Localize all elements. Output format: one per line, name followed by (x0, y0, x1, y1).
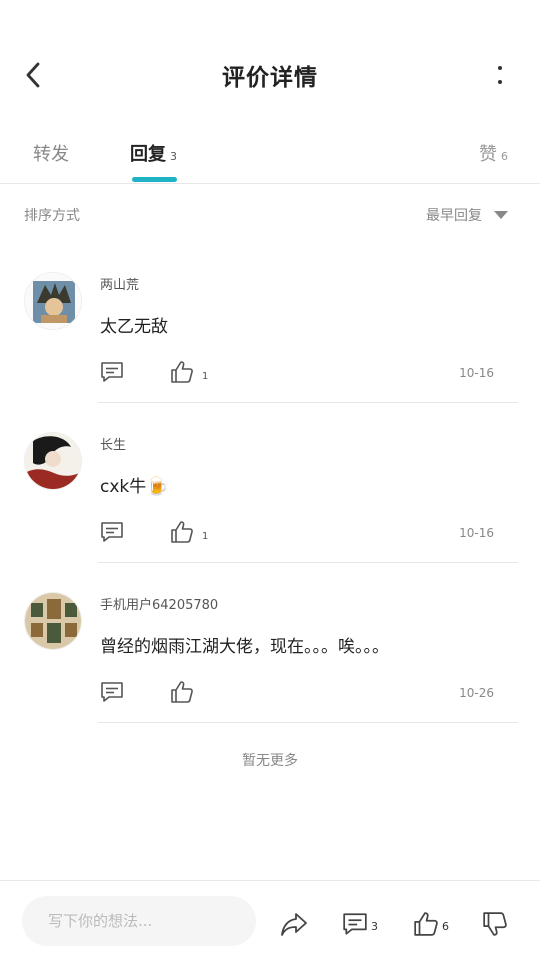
like-button[interactable]: 1 (170, 358, 208, 384)
like-post-button[interactable]: 6 (413, 907, 449, 937)
comments-button[interactable]: 3 (342, 907, 378, 937)
sort-bar: 排序方式 最早回复 (0, 195, 540, 235)
more-options-button[interactable] (490, 62, 510, 88)
like-button[interactable]: 1 (170, 518, 208, 544)
comment-date: 10-16 (459, 526, 494, 540)
top-bar: 评价详情 (0, 0, 540, 120)
divider (98, 562, 518, 563)
tab-reply-label: 回复 (130, 144, 166, 165)
sort-label: 排序方式 (24, 208, 80, 224)
comment-count: 3 (371, 920, 378, 933)
dislike-button[interactable] (482, 907, 508, 937)
comment-bubble-icon (101, 362, 123, 382)
reply-button[interactable] (100, 520, 124, 544)
thumbs-up-icon (171, 681, 193, 703)
comment-item: 两山荒 太乙无敌 1 10-16 (0, 272, 540, 432)
thumbs-down-icon (483, 912, 507, 936)
comment-actions: 1 10-16 (100, 520, 518, 550)
tab-reply[interactable]: 回复 3 (130, 140, 177, 166)
comment-text-content: cxk牛 (100, 477, 147, 497)
tab-like-count: 6 (501, 150, 508, 163)
reply-button[interactable] (100, 680, 124, 704)
thumbs-up-icon (171, 521, 193, 543)
avatar[interactable] (24, 592, 82, 650)
like-count: 1 (202, 371, 209, 382)
comment-bubble-icon (101, 522, 123, 542)
comment-input[interactable] (22, 896, 256, 946)
tab-like-label: 赞 (479, 144, 497, 165)
comment-actions: 1 10-16 (100, 360, 518, 390)
like-count: 6 (442, 920, 449, 933)
thumbs-up-icon (414, 912, 438, 936)
comment-item: 长生 cxk牛🍺 1 10-16 (0, 432, 540, 592)
comment-input-box[interactable] (22, 896, 256, 946)
comment-text: cxk牛🍺 (100, 472, 169, 497)
comment-text: 曾经的烟雨江湖大佬，现在。。。唉。。。 (100, 637, 389, 657)
avatar[interactable] (24, 432, 82, 490)
tab-forward-label: 转发 (33, 144, 69, 165)
reply-button[interactable] (100, 360, 124, 384)
more-vertical-icon (498, 66, 502, 70)
like-count: 1 (202, 531, 209, 542)
comment-username[interactable]: 两山荒 (100, 274, 139, 293)
page-title: 评价详情 (222, 65, 318, 91)
caret-down-icon (494, 211, 508, 219)
sort-dropdown[interactable]: 最早回复 (426, 205, 508, 225)
comment-username[interactable]: 手机用户64205780 (100, 594, 218, 613)
comment-date: 10-26 (459, 686, 494, 700)
thumbs-up-icon (171, 361, 193, 383)
comment-text: 太乙无敌 (100, 317, 168, 337)
bottom-action-bar: 3 6 (0, 880, 540, 960)
sort-selected-value: 最早回复 (426, 208, 482, 224)
share-button[interactable] (280, 907, 308, 937)
share-arrow-icon (281, 913, 307, 936)
tab-like[interactable]: 赞6 (479, 140, 508, 166)
divider (98, 722, 518, 723)
comment-username[interactable]: 长生 (100, 434, 126, 453)
beer-emoji-icon: 🍺 (146, 476, 169, 497)
comment-actions: 10-26 (100, 680, 518, 710)
tab-bar: 转发 回复 3 赞6 (0, 120, 540, 184)
comment-item: 手机用户64205780 曾经的烟雨江湖大佬，现在。。。唉。。。 10-26 (0, 592, 540, 752)
avatar[interactable] (24, 272, 82, 330)
like-button[interactable] (170, 678, 202, 704)
tab-reply-count: 3 (170, 150, 177, 163)
tab-forward[interactable]: 转发 (33, 140, 69, 166)
active-tab-indicator (132, 177, 177, 182)
comment-bubble-icon (343, 913, 367, 935)
divider (98, 402, 518, 403)
no-more-text: 暂无更多 (242, 753, 298, 769)
comment-date: 10-16 (459, 366, 494, 380)
comment-bubble-icon (101, 682, 123, 702)
